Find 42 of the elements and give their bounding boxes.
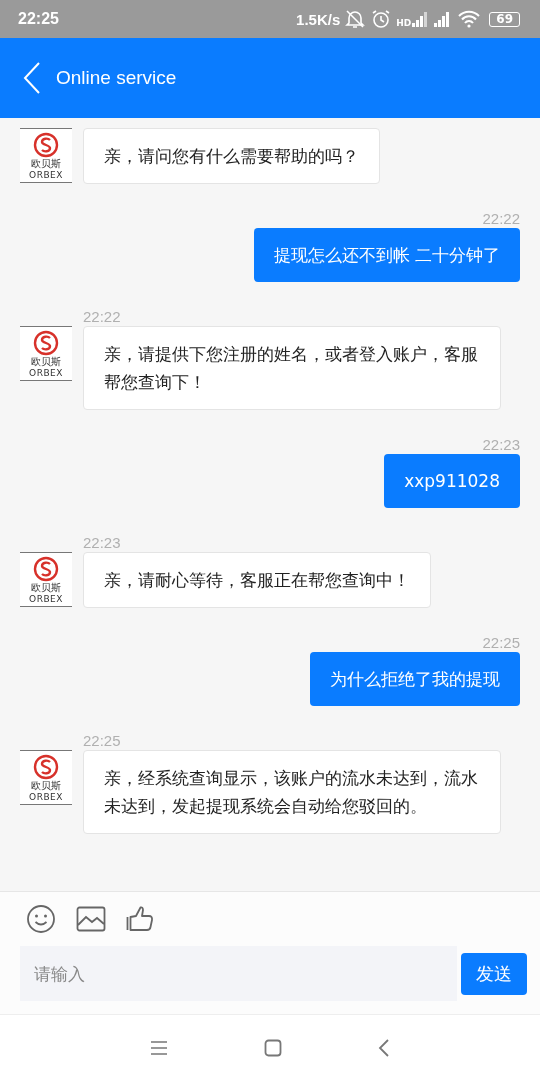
message-time: 22:22 bbox=[482, 210, 520, 227]
thumbs-up-icon[interactable] bbox=[126, 906, 154, 932]
logo-subtitle: ORBEX bbox=[29, 170, 63, 180]
emoji-icon[interactable] bbox=[26, 904, 56, 934]
clock: 22:25 bbox=[18, 10, 59, 28]
wifi-icon bbox=[457, 10, 482, 28]
home-icon[interactable] bbox=[264, 1038, 282, 1057]
message-time: 22:22 bbox=[83, 308, 122, 325]
logo-name: 欧贝斯 bbox=[31, 356, 61, 368]
send-button[interactable]: 发送 bbox=[461, 952, 527, 995]
logo-subtitle: ORBEX bbox=[29, 368, 63, 378]
logo-name: 欧贝斯 bbox=[31, 780, 61, 792]
muted-bell-icon bbox=[344, 9, 367, 29]
agent-message: 亲，请提供下您注册的姓名，或者登入账户，客服帮您查询下！ bbox=[83, 326, 501, 410]
battery-level: 69 bbox=[489, 11, 520, 27]
image-icon[interactable] bbox=[76, 906, 106, 932]
agent-message: 亲，请问您有什么需要帮助的吗？ bbox=[83, 128, 380, 184]
logo-icon bbox=[33, 754, 59, 780]
logo-name: 欧贝斯 bbox=[31, 158, 61, 170]
back-icon[interactable] bbox=[378, 1037, 390, 1058]
logo-subtitle: ORBEX bbox=[29, 594, 63, 604]
agent-message: 亲，经系统查询显示，该账户的流水未达到，流水未达到，发起提现系统会自动给您驳回的。 bbox=[83, 750, 501, 834]
menu-icon[interactable] bbox=[150, 1039, 168, 1056]
signal-icon bbox=[411, 10, 430, 28]
message-time: 22:25 bbox=[83, 732, 122, 749]
agent-message: 亲，请耐心等待，客服正在帮您查询中！ bbox=[83, 552, 431, 608]
logo-icon bbox=[33, 556, 59, 582]
message-time: 22:23 bbox=[482, 436, 520, 453]
user-message: 为什么拒绝了我的提现 bbox=[310, 652, 520, 706]
network-speed: 1.5K/s bbox=[296, 10, 341, 28]
logo-icon bbox=[33, 330, 59, 356]
logo-subtitle: ORBEX bbox=[29, 792, 63, 802]
message-input[interactable]: 请输入 bbox=[20, 946, 457, 1001]
message-time: 22:25 bbox=[482, 634, 520, 651]
user-message: xxp911028 bbox=[384, 454, 520, 508]
header-title: Online service bbox=[56, 67, 177, 89]
user-message: 提现怎么还不到帐 二十分钟了 bbox=[253, 228, 520, 282]
message-time: 22:23 bbox=[83, 534, 122, 551]
logo-icon bbox=[33, 132, 59, 158]
back-icon[interactable] bbox=[22, 61, 42, 95]
logo-name: 欧贝斯 bbox=[31, 582, 61, 594]
hd-label: HD bbox=[396, 18, 412, 28]
